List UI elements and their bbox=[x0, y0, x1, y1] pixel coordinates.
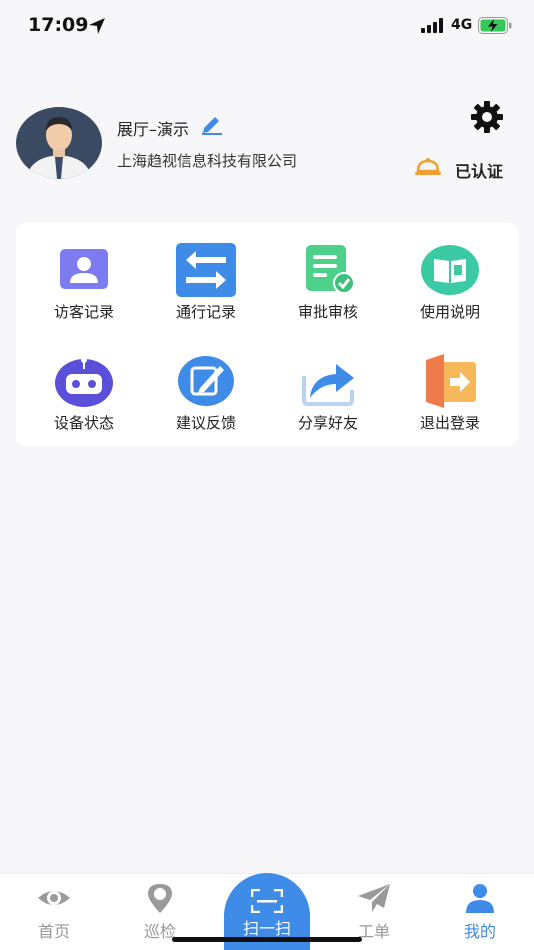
menu-item-instructions[interactable]: 使用说明 bbox=[395, 243, 505, 333]
menu-label: 使用说明 bbox=[419, 303, 480, 321]
edit-icon[interactable] bbox=[200, 113, 224, 135]
menu-card: 访客记录 通行记录 审批审核 使用说明 设备状态 建议反馈 分享好友 退出登录 bbox=[16, 223, 518, 446]
menu-label: 审批审核 bbox=[297, 303, 358, 321]
tab-label: 我的 bbox=[463, 922, 496, 941]
scan-label: 扫一扫 bbox=[242, 919, 291, 938]
menu-label: 访客记录 bbox=[53, 303, 114, 321]
approval-check-icon bbox=[306, 245, 355, 294]
share-arrow-icon bbox=[302, 364, 354, 406]
menu-item-feedback[interactable]: 建议反馈 bbox=[151, 354, 261, 444]
robot-icon bbox=[55, 357, 113, 407]
location-arrow-icon bbox=[89, 18, 105, 34]
menu-item-share[interactable]: 分享好友 bbox=[273, 354, 383, 444]
home-indicator bbox=[172, 937, 362, 942]
visitor-record-icon bbox=[60, 249, 108, 289]
scan-icon bbox=[251, 889, 283, 913]
menu-item-logout[interactable]: 退出登录 bbox=[395, 354, 505, 444]
menu-item-approval[interactable]: 审批审核 bbox=[273, 243, 383, 333]
menu-label: 退出登录 bbox=[419, 414, 480, 432]
avatar[interactable] bbox=[16, 107, 102, 179]
menu-label: 通行记录 bbox=[175, 303, 236, 321]
status-time: 17:09 bbox=[28, 14, 89, 36]
company-name: 上海趋视信息科技有限公司 bbox=[117, 152, 298, 170]
menu-label: 设备状态 bbox=[53, 414, 114, 432]
menu-label: 建议反馈 bbox=[175, 414, 236, 432]
transfer-arrows-icon bbox=[176, 243, 236, 297]
tab-label: 首页 bbox=[37, 922, 70, 941]
paper-plane-icon bbox=[358, 884, 390, 912]
user-name: 展厅–演示 bbox=[117, 120, 190, 139]
settings-icon[interactable] bbox=[470, 100, 504, 134]
patrol-pin-icon bbox=[148, 884, 172, 913]
menu-item-device-status[interactable]: 设备状态 bbox=[29, 354, 139, 444]
battery-charging-icon bbox=[478, 17, 512, 34]
bell-icon bbox=[415, 158, 441, 175]
menu-label: 分享好友 bbox=[297, 414, 358, 432]
avatar-image bbox=[16, 107, 102, 179]
signal-icon bbox=[421, 18, 443, 33]
verify-label: 已认证 bbox=[455, 162, 504, 181]
menu-item-visitor-record[interactable]: 访客记录 bbox=[29, 243, 139, 333]
menu-item-pass-record[interactable]: 通行记录 bbox=[151, 243, 261, 333]
tab-mine[interactable]: 我的 bbox=[430, 874, 530, 950]
status-bar: 17:09 4G bbox=[0, 0, 534, 52]
user-icon bbox=[466, 884, 494, 913]
book-icon bbox=[421, 245, 479, 295]
logout-door-icon bbox=[426, 354, 476, 408]
network-type: 4G bbox=[451, 17, 473, 33]
eye-icon bbox=[38, 891, 70, 905]
feedback-pen-icon bbox=[178, 356, 234, 406]
tab-home[interactable]: 首页 bbox=[4, 874, 104, 950]
